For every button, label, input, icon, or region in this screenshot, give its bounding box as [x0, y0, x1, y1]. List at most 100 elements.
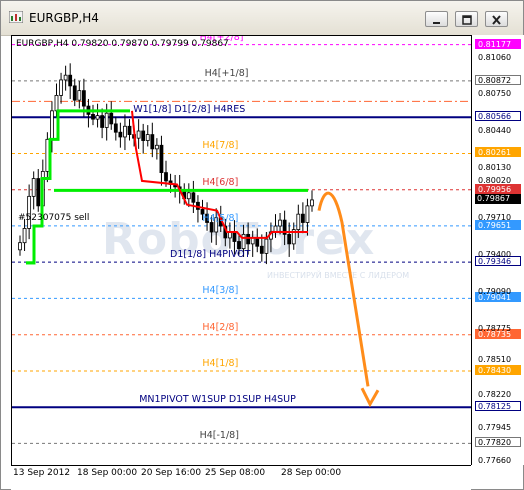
- candle-body: [264, 238, 269, 254]
- trade-note: #52307075 sell: [18, 213, 90, 223]
- candle-body: [50, 110, 54, 140]
- level-label: W1[1/8] D1[2/8] H4RES: [133, 104, 246, 116]
- candle-body: [305, 205, 310, 223]
- candle-body: [191, 192, 196, 203]
- candle-body: [141, 130, 146, 141]
- candle-body: [100, 115, 105, 128]
- candle-body: [63, 74, 68, 81]
- level-label: H4[3/8]: [202, 285, 239, 297]
- candle-body: [54, 94, 59, 112]
- candle-body: [150, 134, 155, 150]
- candle-body: [237, 241, 241, 250]
- candle-body: [241, 233, 246, 250]
- price-tick-label: 0.79090: [478, 286, 512, 296]
- chart-window: EURGBP,H4 RoboForex ИНВЕСТИРУЙ ВМЕСТЕ С …: [0, 0, 524, 490]
- date-label: 20 Sep 16:00: [141, 468, 202, 478]
- price-tick-label: 0.80130: [478, 163, 512, 173]
- price-tick-label: 0.81060: [478, 52, 512, 62]
- price-axis[interactable]: 0.81177 0.80872 0.80566 0.80261 0.79956 0.796…: [471, 35, 524, 465]
- candle-body: [310, 199, 314, 207]
- candle-body: [300, 213, 305, 223]
- price-tick-label: 0.78510: [478, 355, 512, 365]
- candle-body: [296, 213, 301, 231]
- price-tag: 0.78430: [475, 364, 521, 375]
- price-tick-label: 0.77660: [478, 456, 512, 465]
- level-label: H4[2/8]: [202, 321, 239, 333]
- date-label: 13 Sep 2012: [13, 468, 71, 478]
- price-tag: 0.80566: [475, 111, 521, 122]
- candle-body: [232, 231, 237, 242]
- candle-body: [113, 123, 118, 133]
- title-bar[interactable]: EURGBP,H4: [1, 1, 523, 36]
- price-tag: 0.80872: [475, 74, 521, 85]
- candle-body: [118, 131, 123, 138]
- candle-body: [95, 115, 100, 120]
- level-label: H4[7/8]: [202, 140, 239, 152]
- candle-body: [259, 245, 264, 254]
- chart-window-icon: [9, 11, 23, 23]
- candle-body: [278, 219, 282, 227]
- candle-body: [81, 90, 86, 107]
- price-tag: 0.77820: [475, 437, 521, 448]
- candle-body: [59, 79, 63, 96]
- candle-body: [246, 233, 251, 245]
- time-axis[interactable]: 13 Sep 2012 18 Sep 00:00 20 Sep 16:00 25 Se…: [11, 465, 471, 490]
- level-label: D1[1/8] H4PIVOT: [170, 249, 251, 261]
- forecast-arrowhead: [360, 387, 380, 408]
- price-tag: 0.78125: [475, 401, 521, 412]
- level-label: H4[+1/8]: [204, 67, 249, 79]
- symbol-info: EURGBP,H4 0.79820 0.79870 0.79799 0.7986…: [16, 39, 229, 49]
- price-tick-label: 0.79710: [478, 212, 512, 222]
- window-title: EURGBP,H4: [29, 11, 99, 25]
- minimize-icon: [433, 22, 440, 24]
- green-trend-line: [26, 109, 130, 265]
- candle-body: [186, 192, 191, 200]
- level-label: H4[6/8]: [202, 176, 239, 188]
- restore-button[interactable]: [455, 11, 478, 27]
- price-tag: 0.81177: [475, 38, 521, 49]
- candle-body: [145, 134, 150, 141]
- date-label: 25 Sep 08:00: [205, 468, 266, 478]
- candle-body: [18, 242, 22, 251]
- price-tick-label: 0.78775: [478, 323, 512, 333]
- candle-body: [45, 138, 50, 172]
- close-button[interactable]: [485, 11, 508, 27]
- price-tag: 0.80261: [475, 147, 521, 158]
- price-tick-label: 0.79400: [478, 249, 512, 259]
- candle-body: [68, 74, 73, 87]
- candle-body: [164, 172, 168, 182]
- date-label: 28 Sep 00:00: [281, 468, 342, 478]
- restore-icon: [462, 15, 472, 25]
- candle-body: [136, 130, 141, 139]
- candle-body: [123, 125, 127, 138]
- candle-body: [104, 112, 109, 128]
- price-tick-label: 0.80020: [478, 176, 512, 186]
- candle-body: [127, 125, 132, 135]
- price-tick-label: 0.77945: [478, 422, 512, 432]
- candle-body: [287, 233, 292, 245]
- close-icon: [492, 15, 501, 25]
- candle-body: [159, 144, 164, 174]
- price-tick-label: 0.80750: [478, 89, 512, 99]
- candle-body: [154, 144, 159, 150]
- price-tick-label: 0.80440: [478, 126, 512, 136]
- candle-body: [91, 113, 95, 120]
- candle-body: [36, 178, 41, 207]
- price-tag: 0.79956: [475, 183, 521, 194]
- candle-body: [77, 90, 82, 101]
- candle-body: [72, 85, 77, 101]
- level-label: H4[5/8]: [202, 212, 239, 224]
- level-label: MN1PIVOT W1SUP D1SUP H4SUP: [139, 394, 296, 406]
- candle-body: [109, 112, 114, 125]
- forecast-arrow: [317, 191, 370, 387]
- current-price-tag: 0.79867: [475, 194, 521, 205]
- candle-body: [255, 237, 260, 247]
- level-label: H4[1/8]: [202, 357, 239, 369]
- date-label: 18 Sep 00:00: [77, 468, 138, 478]
- chart-area[interactable]: RoboForex ИНВЕСТИРУЙ ВМЕСТЕ С ЛИДЕРОМ H4…: [11, 35, 472, 466]
- price-tick-label: 0.78220: [478, 389, 512, 399]
- level-label: H4[-1/8]: [199, 430, 239, 442]
- green-step-line: [26, 226, 36, 265]
- candle-body: [31, 178, 36, 197]
- minimize-button[interactable]: [425, 11, 448, 27]
